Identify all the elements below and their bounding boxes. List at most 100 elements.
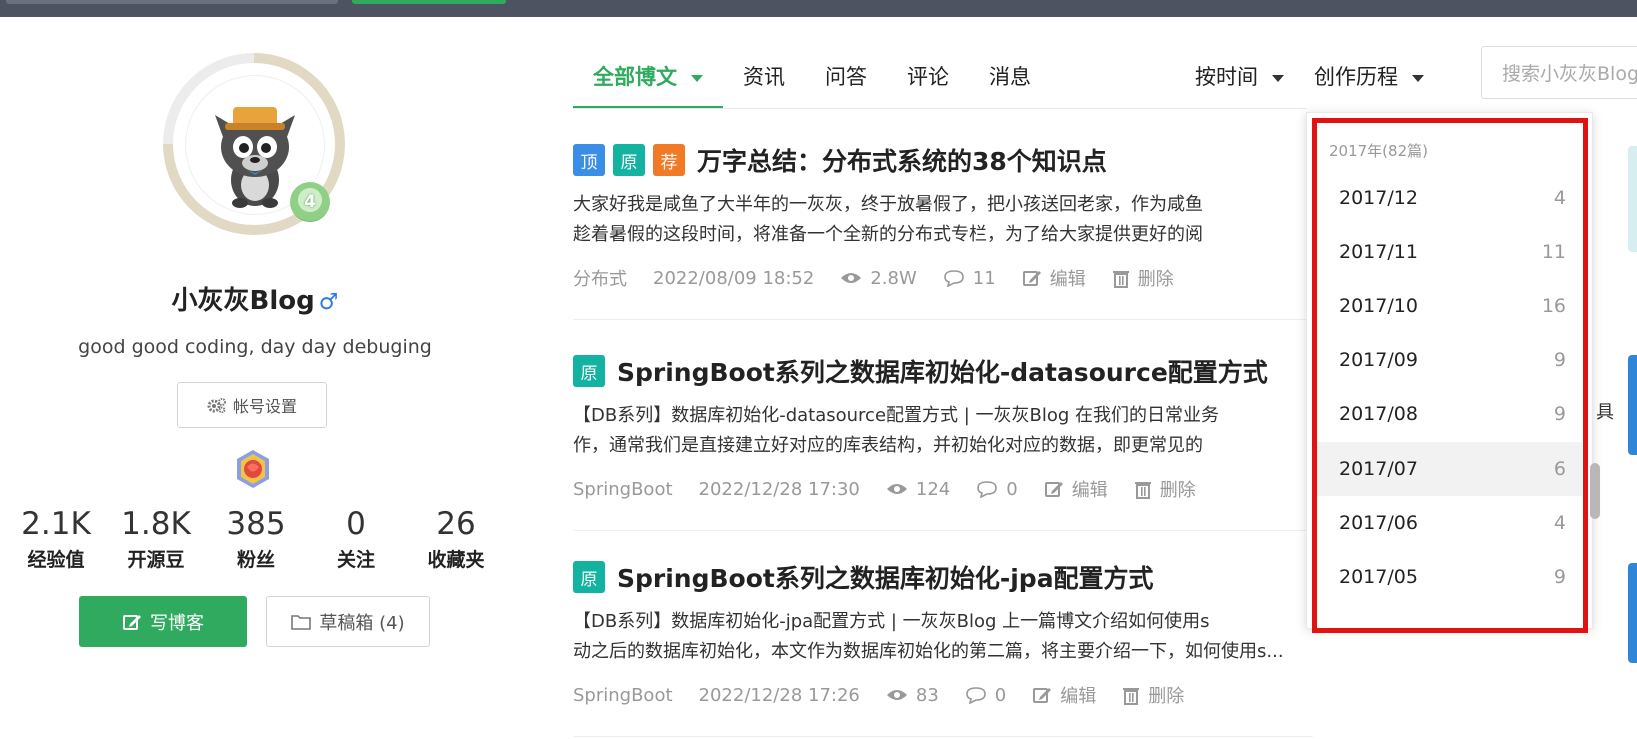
tab-comments[interactable]: 评论 xyxy=(887,57,969,109)
blog-search-input[interactable]: 搜索小灰灰Blog xyxy=(1481,46,1637,99)
edit-label: 编辑 xyxy=(1049,269,1086,290)
creation-history-menu: 2017年(82篇) 2017/12 4 2017/11 11 2017/10 16 … xyxy=(1306,112,1593,629)
article-summary[interactable]: 【DB系列】数据库初始化-jpa配置方式 | 一灰灰Blog 上一篇博文介绍如何… xyxy=(573,607,1313,667)
article-comments[interactable]: 11 xyxy=(943,268,996,289)
summary-line: 大家好我是咸鱼了大半年的一灰灰，终于放暑假了，把小孩送回老家，作为咸鱼 xyxy=(573,194,1203,215)
tab-all-posts-label: 全部博文 xyxy=(593,65,677,89)
tab-all-posts[interactable]: 全部博文 xyxy=(573,57,723,109)
tag-pinned: 顶 xyxy=(573,144,605,176)
tab-qa[interactable]: 问答 xyxy=(805,57,887,109)
month-item-2017-10[interactable]: 2017/10 16 xyxy=(1317,279,1582,333)
stat-following[interactable]: 0 关注 xyxy=(306,505,406,572)
month-label: 2017/08 xyxy=(1339,403,1418,425)
article-title[interactable]: SpringBoot系列之数据库初始化-jpa配置方式 xyxy=(617,559,1154,595)
views-count: 124 xyxy=(915,478,951,500)
tab-news[interactable]: 资讯 xyxy=(723,57,805,109)
article-divider xyxy=(573,736,1313,737)
profile-stats: 2.1K 经验值 1.8K 开源豆 385 粉丝 0 关注 26 收藏夹 xyxy=(6,505,506,572)
article-comments[interactable]: 0 xyxy=(976,478,1018,500)
tab-messages[interactable]: 消息 xyxy=(969,57,1051,109)
search-placeholder: 搜索小灰灰Blog xyxy=(1502,63,1637,85)
month-item-2017-05[interactable]: 2017/05 9 xyxy=(1317,550,1582,604)
stat-value: 1.8K xyxy=(121,506,191,542)
article-title[interactable]: SpringBoot系列之数据库初始化-datasource配置方式 xyxy=(617,353,1268,389)
stat-value: 26 xyxy=(436,506,476,542)
account-settings-button[interactable]: 帐号设置 xyxy=(177,382,327,428)
caret-down-icon xyxy=(1412,74,1424,82)
article-item: 原 SpringBoot系列之数据库初始化-jpa配置方式 【DB系列】数据库初… xyxy=(573,559,1313,708)
sort-by-time-dropdown[interactable]: 按时间 xyxy=(1195,57,1284,97)
month-label: 2017/11 xyxy=(1339,241,1418,263)
drafts-label: 草稿箱 (4) xyxy=(319,612,405,634)
comment-icon xyxy=(977,481,998,498)
article-delete-button[interactable]: 删除 xyxy=(1134,476,1196,502)
article-title[interactable]: 万字总结：分布式系统的38个知识点 xyxy=(697,142,1107,178)
month-item-2017-08[interactable]: 2017/08 9 xyxy=(1317,387,1582,441)
comments-count: 11 xyxy=(972,267,996,289)
article-edit-button[interactable]: 编辑 xyxy=(1022,265,1086,291)
stat-value: 385 xyxy=(226,506,286,542)
month-count: 4 xyxy=(1553,187,1566,209)
article-meta: SpringBoot 2022/12/28 17:26 83 0 编辑 删除 xyxy=(573,682,1313,708)
tabs-divider xyxy=(573,108,1307,109)
stat-opensource-beans[interactable]: 1.8K 开源豆 xyxy=(106,505,206,572)
edit-icon xyxy=(1033,688,1052,703)
article-edit-button[interactable]: 编辑 xyxy=(1044,476,1108,502)
stat-experience[interactable]: 2.1K 经验值 xyxy=(6,505,106,572)
article-comments[interactable]: 0 xyxy=(965,685,1006,706)
article-category[interactable]: SpringBoot xyxy=(573,479,673,500)
article-item: 原 SpringBoot系列之数据库初始化-datasource配置方式 【DB… xyxy=(573,353,1313,502)
folder-icon xyxy=(291,614,312,630)
delete-label: 删除 xyxy=(1148,686,1185,707)
write-blog-label: 写博客 xyxy=(150,612,204,634)
profile-motto: good good coding, day day debuging xyxy=(78,336,432,358)
month-item-2017-12[interactable]: 2017/12 4 xyxy=(1317,171,1582,225)
trash-icon xyxy=(1123,688,1140,705)
article-category[interactable]: SpringBoot xyxy=(573,685,673,706)
article-category[interactable]: 分布式 xyxy=(573,265,627,291)
comments-count: 0 xyxy=(994,684,1007,706)
stat-value: 0 xyxy=(346,506,366,542)
drafts-button[interactable]: 草稿箱 (4) xyxy=(266,596,430,647)
stat-followers[interactable]: 385 粉丝 xyxy=(206,505,306,572)
creation-history-dropdown[interactable]: 创作历程 xyxy=(1314,57,1424,97)
month-label: 2017/06 xyxy=(1339,512,1418,534)
month-item-2017-07[interactable]: 2017/07 6 xyxy=(1317,442,1582,496)
month-item-2017-11[interactable]: 2017/11 11 xyxy=(1317,225,1582,279)
navbar-search-field[interactable] xyxy=(6,0,338,4)
eye-icon xyxy=(841,273,862,283)
article-date: 2022/08/09 18:52 xyxy=(653,267,815,289)
profile-name[interactable]: 小灰灰Blog xyxy=(172,286,315,316)
article-delete-button[interactable]: 删除 xyxy=(1122,682,1184,708)
article-divider xyxy=(573,319,1313,320)
views-count: 83 xyxy=(915,684,939,706)
article-delete-button[interactable]: 删除 xyxy=(1112,265,1174,291)
sidebar-edge-text: 具 xyxy=(1596,402,1614,423)
write-blog-button[interactable]: 写博客 xyxy=(79,596,247,647)
article-edit-button[interactable]: 编辑 xyxy=(1032,682,1096,708)
dropdown-scrollbar[interactable] xyxy=(1590,463,1600,519)
month-item-2017-09[interactable]: 2017/09 9 xyxy=(1317,333,1582,387)
stat-label: 开源豆 xyxy=(127,549,185,571)
month-count: 9 xyxy=(1553,349,1566,371)
level-badge: 4 xyxy=(290,182,330,222)
article-summary[interactable]: 大家好我是咸鱼了大半年的一灰灰，终于放暑假了，把小孩送回老家，作为咸鱼 趁着暑假… xyxy=(573,190,1313,250)
article-summary[interactable]: 【DB系列】数据库初始化-datasource配置方式 | 一灰灰Blog 在我… xyxy=(573,401,1313,461)
tag-original: 原 xyxy=(573,355,605,387)
stat-label: 经验值 xyxy=(27,549,85,571)
tag-recommended: 荐 xyxy=(653,144,685,176)
caret-down-icon xyxy=(691,74,703,82)
month-label: 2017/09 xyxy=(1339,349,1418,371)
summary-line: 作，通常我们是直接建立好对应的库表结构，并初始化对应的数据，即更常见的 xyxy=(573,435,1203,456)
month-count: 6 xyxy=(1553,458,1566,480)
article-meta: SpringBoot 2022/12/28 17:30 124 0 编辑 删除 xyxy=(573,476,1313,502)
stat-label: 粉丝 xyxy=(236,549,275,571)
summary-line: 趁着暑假的这段时间，将准备一个全新的分布式专栏，为了给大家提供更好的阅 xyxy=(573,224,1203,245)
medal-icon[interactable] xyxy=(232,448,274,490)
navbar-action-button[interactable] xyxy=(352,0,506,4)
stat-favorites[interactable]: 26 收藏夹 xyxy=(406,505,506,572)
comments-count: 0 xyxy=(1006,478,1018,500)
delete-label: 删除 xyxy=(1159,480,1196,501)
month-item-2017-06[interactable]: 2017/06 4 xyxy=(1317,496,1582,550)
month-label: 2017/10 xyxy=(1339,295,1418,317)
